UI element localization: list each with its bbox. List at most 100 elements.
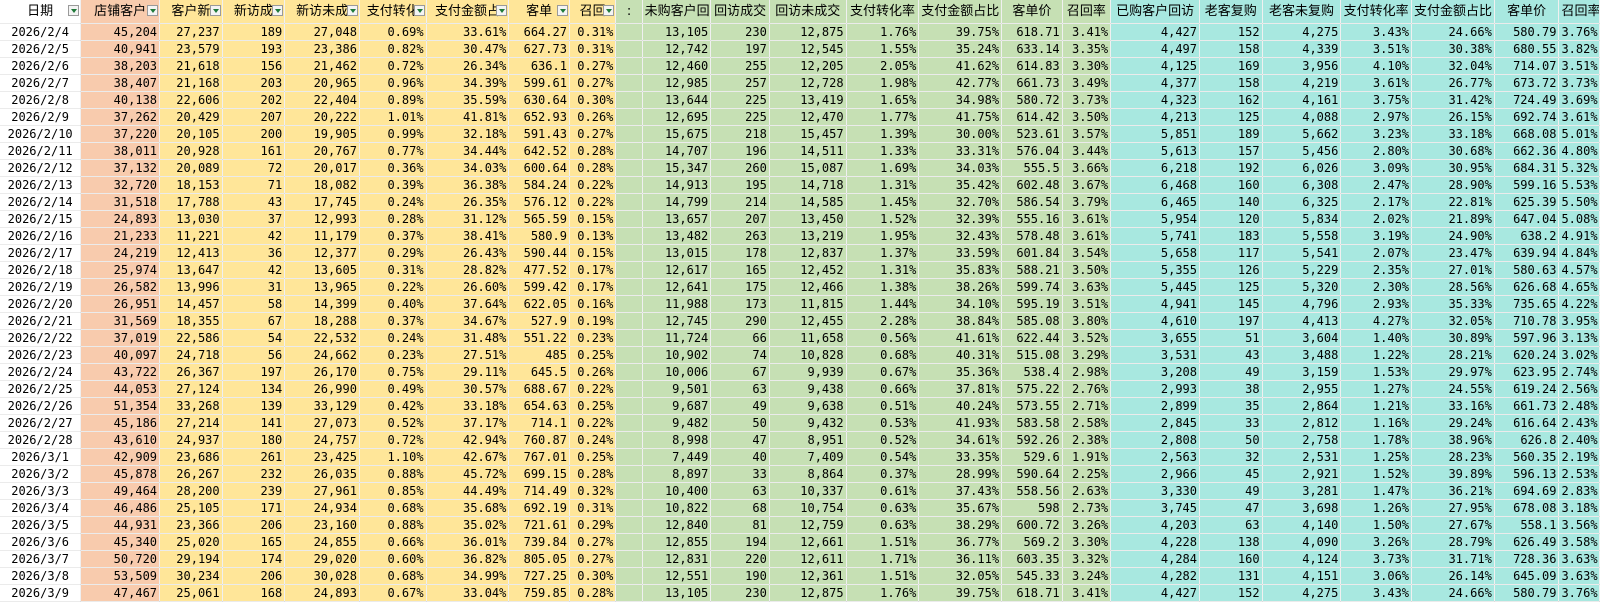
data-cell[interactable]: 0.27%	[569, 125, 617, 143]
data-cell[interactable]: 66	[710, 329, 770, 347]
data-cell[interactable]: 195	[710, 176, 770, 194]
data-cell[interactable]: 1.45%	[846, 193, 920, 211]
data-cell[interactable]: 35.33%	[1411, 295, 1495, 313]
data-cell[interactable]: 141	[222, 414, 286, 432]
data-cell[interactable]: 2,921	[1262, 465, 1342, 483]
data-cell[interactable]: 42.94%	[426, 431, 510, 449]
data-cell[interactable]: 162	[1199, 91, 1263, 109]
data-cell[interactable]: 13,105	[642, 584, 712, 602]
data-cell[interactable]: 4,610	[1110, 312, 1200, 330]
data-cell[interactable]: 692.74	[1494, 108, 1560, 126]
data-cell[interactable]: 20,089	[159, 159, 223, 177]
data-cell[interactable]: 673.72	[1494, 74, 1560, 92]
data-cell[interactable]	[615, 57, 643, 75]
data-cell[interactable]: 2.19%	[1558, 448, 1600, 466]
data-cell[interactable]	[615, 363, 643, 381]
data-cell[interactable]: 145	[1199, 295, 1263, 313]
data-cell[interactable]	[615, 380, 643, 398]
data-cell[interactable]: 27.51%	[426, 346, 510, 364]
data-cell[interactable]: 12,840	[642, 516, 712, 534]
data-cell[interactable]: 4,213	[1110, 108, 1200, 126]
data-cell[interactable]: 8,998	[642, 431, 712, 449]
data-cell[interactable]: 139	[222, 397, 286, 415]
data-cell[interactable]: 12,545	[769, 40, 847, 58]
data-cell[interactable]: 0.31%	[569, 40, 617, 58]
data-cell[interactable]: 11,815	[769, 295, 847, 313]
data-cell[interactable]: 158	[1199, 74, 1263, 92]
data-cell[interactable]: 3,159	[1262, 363, 1342, 381]
data-cell[interactable]: 538.4	[1001, 363, 1063, 381]
data-cell[interactable]: 9,482	[642, 414, 712, 432]
data-cell[interactable]: 603.35	[1001, 550, 1063, 568]
data-cell[interactable]: 0.16%	[569, 295, 617, 313]
data-cell[interactable]: 2.63%	[1062, 482, 1112, 500]
data-cell[interactable]: 43	[222, 193, 286, 211]
data-cell[interactable]: 26.34%	[426, 57, 510, 75]
data-cell[interactable]: 5,229	[1262, 261, 1342, 279]
data-cell[interactable]: 35.42%	[918, 176, 1003, 194]
data-cell[interactable]: 0.52%	[846, 431, 920, 449]
data-cell[interactable]: 4,125	[1110, 57, 1200, 75]
data-cell[interactable]	[615, 431, 643, 449]
data-cell[interactable]: 29.97%	[1411, 363, 1495, 381]
data-cell[interactable]: 27,048	[284, 23, 360, 41]
data-cell[interactable]: 614.42	[1001, 108, 1063, 126]
filter-dropdown-icon[interactable]	[496, 5, 508, 16]
data-cell[interactable]: 2.38%	[1062, 431, 1112, 449]
data-cell[interactable]: 9,687	[642, 397, 712, 415]
data-cell[interactable]	[615, 193, 643, 211]
data-cell[interactable]: 0.28%	[569, 584, 617, 602]
data-cell[interactable]: 2,899	[1110, 397, 1200, 415]
data-cell[interactable]: 12,466	[769, 278, 847, 296]
data-cell[interactable]: 2,845	[1110, 414, 1200, 432]
data-cell[interactable]: 0.68%	[359, 499, 427, 517]
data-cell[interactable]	[615, 550, 643, 568]
data-cell[interactable]: 232	[222, 465, 286, 483]
data-cell[interactable]: 17,745	[284, 193, 360, 211]
data-cell[interactable]: 183	[1199, 227, 1263, 245]
data-cell[interactable]: 33.16%	[1411, 397, 1495, 415]
data-cell[interactable]: 157	[1199, 142, 1263, 160]
date-cell[interactable]: 2026/3/2	[0, 465, 82, 483]
data-cell[interactable]: 50,720	[80, 550, 161, 568]
data-cell[interactable]: 1.39%	[846, 125, 920, 143]
data-cell[interactable]: 23,366	[159, 516, 223, 534]
data-cell[interactable]: 156	[222, 57, 286, 75]
data-cell[interactable]: 12,377	[284, 244, 360, 262]
data-cell[interactable]: 1.78%	[1340, 431, 1413, 449]
data-cell[interactable]: 0.88%	[359, 465, 427, 483]
data-cell[interactable]: 10,006	[642, 363, 712, 381]
data-cell[interactable]: 37,220	[80, 125, 161, 143]
data-cell[interactable]: 39.75%	[918, 23, 1003, 41]
data-cell[interactable]	[615, 397, 643, 415]
data-cell[interactable]: 15,457	[769, 125, 847, 143]
data-cell[interactable]: 2.71%	[1062, 397, 1112, 415]
data-cell[interactable]: 573.55	[1001, 397, 1063, 415]
data-cell[interactable]: 0.23%	[359, 346, 427, 364]
date-cell[interactable]: 2026/3/5	[0, 516, 82, 534]
data-cell[interactable]: 12,361	[769, 567, 847, 585]
data-cell[interactable]: 597.96	[1494, 329, 1560, 347]
data-cell[interactable]: 20,965	[284, 74, 360, 92]
data-cell[interactable]: 23,386	[284, 40, 360, 58]
data-cell[interactable]: 4,090	[1262, 533, 1342, 551]
data-cell[interactable]: 13,105	[642, 23, 712, 41]
data-cell[interactable]: 17,788	[159, 193, 223, 211]
data-cell[interactable]: 37.64%	[426, 295, 510, 313]
data-cell[interactable]: 45,186	[80, 414, 161, 432]
date-cell[interactable]: 2026/2/4	[0, 23, 82, 41]
data-cell[interactable]: 523.61	[1001, 125, 1063, 143]
data-cell[interactable]: 30.95%	[1411, 159, 1495, 177]
data-cell[interactable]: 27.01%	[1411, 261, 1495, 279]
date-cell[interactable]: 2026/2/15	[0, 210, 82, 228]
filter-dropdown-icon[interactable]	[68, 5, 80, 16]
data-cell[interactable]: 0.40%	[359, 295, 427, 313]
data-cell[interactable]: 32.04%	[1411, 57, 1495, 75]
data-cell[interactable]: 140	[1199, 193, 1263, 211]
data-cell[interactable]: 20,928	[159, 142, 223, 160]
data-cell[interactable]: 3.51%	[1340, 40, 1413, 58]
data-cell[interactable]: 2.43%	[1558, 414, 1600, 432]
data-cell[interactable]: 50	[710, 414, 770, 432]
data-cell[interactable]: 739.84	[508, 533, 570, 551]
data-cell[interactable]: 12,611	[769, 550, 847, 568]
